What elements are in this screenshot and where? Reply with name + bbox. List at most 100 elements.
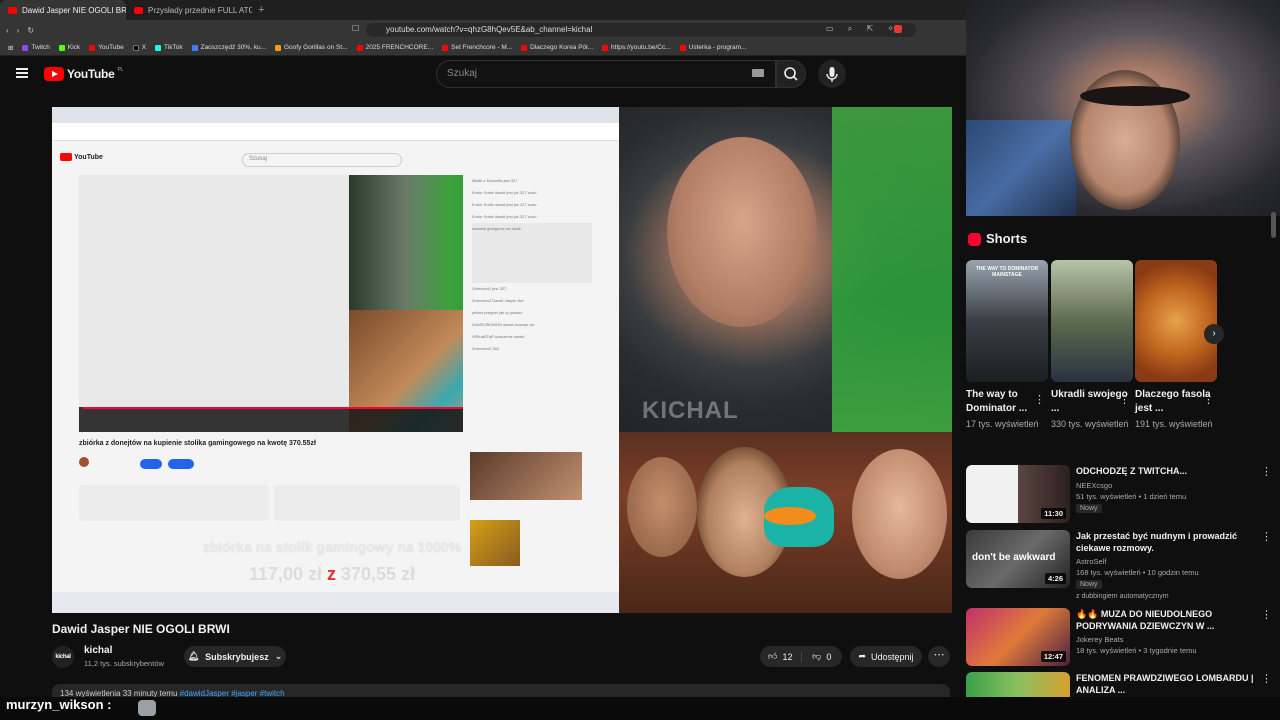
inner-player-controls <box>79 407 463 432</box>
video-thumbnail[interactable] <box>966 672 1070 697</box>
bookmark-youtube[interactable]: YouTube <box>89 44 124 51</box>
short-thumbnail[interactable] <box>1135 260 1217 382</box>
shorts-icon <box>968 233 981 246</box>
channel-watermark: KICHAL <box>642 397 739 424</box>
video-duration: 4:26 <box>1044 573 1066 584</box>
face-image <box>852 449 947 579</box>
browser-tab-active[interactable]: Dawid Jasper NIE OGOLI BRW ✕ <box>0 0 126 20</box>
more-options-icon[interactable]: ⋮ <box>1203 393 1214 406</box>
search-icon <box>784 67 798 81</box>
channel-name[interactable]: kichal <box>84 645 112 656</box>
extensions-icon[interactable]: ▭ ⌕ ⇱ ✧ <box>826 24 900 34</box>
more-options-icon[interactable]: ⋮ <box>1119 393 1130 406</box>
apps-grid-icon[interactable]: ⊞ <box>8 44 13 52</box>
more-options-icon[interactable]: ⋮ <box>1261 672 1272 685</box>
more-options-icon[interactable]: ⋮ <box>1261 530 1272 543</box>
more-actions-button[interactable]: ⋯ <box>928 646 950 667</box>
short-thumbnail[interactable] <box>1051 260 1133 382</box>
more-options-icon[interactable]: ⋮ <box>1261 465 1272 478</box>
inner-video-title: zbiórka z donejtów na kupienie stolika g… <box>79 440 316 447</box>
chevron-down-icon: ⌄ <box>274 651 283 661</box>
bookmark-icon <box>679 44 686 51</box>
face-image <box>667 137 817 327</box>
dislike-button[interactable]: 👎︎ 0 <box>802 651 843 662</box>
bookmark-item[interactable]: Zaoszczędź 30%, ku... <box>191 44 266 51</box>
more-options-icon[interactable]: ⋮ <box>1034 393 1045 406</box>
like-count: 12 <box>782 651 793 662</box>
browser-tab[interactable]: Przysłady przednie FULL ATG 12 x 10 ✕ <box>126 0 252 20</box>
recommended-video[interactable]: 12:47 🔥🔥 MUZA DO NIEUDOLNEGO PODRYWANIA … <box>966 608 1272 670</box>
video-title[interactable]: FENOMEN PRAWDZIWEGO LOMBARDU | ANALIZA .… <box>1076 672 1256 696</box>
extension-red-icon[interactable] <box>894 25 902 33</box>
back-icon[interactable]: ‹ <box>6 26 9 35</box>
bookmark-item[interactable]: https://youtu.be/Cc... <box>602 44 671 51</box>
channel-name[interactable]: Jokerey Beats <box>1076 634 1124 645</box>
forward-icon[interactable]: › <box>17 26 20 35</box>
video-thumbnail[interactable]: 11:30 <box>966 465 1070 523</box>
recommended-video[interactable]: FENOMEN PRAWDZIWEGO LOMBARDU | ANALIZA .… <box>966 672 1272 697</box>
video-duration: 11:30 <box>1041 508 1066 519</box>
more-options-icon[interactable]: ⋮ <box>1261 608 1272 621</box>
youtube-icon <box>89 44 96 51</box>
browser-tab-bar: Dawid Jasper NIE OGOLI BRW ✕ Przysłady p… <box>0 0 970 20</box>
video-title[interactable]: Jak przestać być nudnym i prowadzić ciek… <box>1076 530 1256 554</box>
bookmark-twitch[interactable]: Twitch <box>22 44 50 51</box>
subscriber-count: 11,2 tys. subskrybentów <box>84 659 164 668</box>
video-title[interactable]: ODCHODZĘ Z TWITCHA... <box>1076 465 1256 477</box>
dislike-count: 0 <box>826 651 832 662</box>
channel-avatar[interactable]: kichal <box>52 646 74 668</box>
microphone-icon <box>826 67 838 82</box>
tab-title: Przysłady przednie FULL ATG 12 x 10 <box>148 5 252 15</box>
headset-image <box>1080 86 1190 106</box>
search-input[interactable]: Szukaj <box>436 60 776 88</box>
youtube-logo[interactable]: YouTube PL <box>44 67 123 81</box>
new-tab-icon[interactable]: + <box>252 4 270 16</box>
bookmark-item[interactable]: 2025 FRENCHCORE... <box>356 44 433 51</box>
bookmark-icon <box>442 44 449 51</box>
bookmark-kick[interactable]: Kick <box>58 44 80 51</box>
bookmark-x[interactable]: X <box>132 44 146 51</box>
short-thumbnail[interactable]: THE WAY TO DOMINATOR MAINSTAGE <box>966 260 1048 382</box>
bookmark-item[interactable]: Dlaczego Korea Pół... <box>521 44 593 51</box>
bookmark-tiktok[interactable]: TikTok <box>155 44 183 51</box>
inner-address-bar <box>52 123 619 141</box>
country-code: PL <box>117 67 123 73</box>
inner-join-button <box>140 459 162 469</box>
reload-icon[interactable]: ↻ <box>27 26 34 35</box>
keyboard-icon[interactable] <box>752 69 764 77</box>
channel-name[interactable]: AstroSelf <box>1076 556 1106 567</box>
browser-toolbar: ‹ › ↻ ☐ youtube.com/watch?v=qhzG8hQev5E&… <box>0 20 970 40</box>
new-badge: Nowy <box>1076 504 1102 513</box>
video-title: Dawid Jasper NIE OGOLI BRWI <box>52 622 230 636</box>
recommended-video[interactable]: don't be awkward 4:26 Jak przestać być n… <box>966 530 1272 600</box>
share-button[interactable]: ➦ Udostępnij <box>850 646 922 667</box>
bookmark-icon <box>521 44 528 51</box>
menu-icon[interactable] <box>16 68 28 78</box>
face-image <box>627 457 697 557</box>
inner-taskbar <box>52 592 619 613</box>
bookmark-star-icon[interactable]: ☐ <box>352 24 359 33</box>
subscribe-button[interactable]: 🔔︎ Subskrybujesz ⌄ <box>184 646 286 667</box>
bookmark-item[interactable]: Usterka - program... <box>679 44 746 51</box>
bookmark-icon <box>274 44 281 51</box>
sidebar-scrollbar[interactable] <box>1271 212 1276 238</box>
bookmark-item[interactable]: Set Frenchcore - M... <box>442 44 512 51</box>
video-player[interactable]: YouTube Szukaj zbiórka z donejtów na kup… <box>52 107 952 613</box>
inner-channel-avatar <box>79 457 89 467</box>
video-thumbnail[interactable]: 12:47 <box>966 608 1070 666</box>
recommended-video[interactable]: 11:30 ODCHODZĘ Z TWITCHA... NEEXcsgo 51 … <box>966 465 1272 527</box>
search-button[interactable] <box>776 60 806 88</box>
voice-search-button[interactable] <box>818 60 846 88</box>
bookmark-item[interactable]: Goofy Gorillas on St... <box>274 44 348 51</box>
like-dislike-bar: 👍︎ 12 👎︎ 0 <box>760 646 842 667</box>
video-meta: 51 tys. wyświetleń • 1 dzień temu <box>1076 492 1187 501</box>
video-title[interactable]: 🔥🔥 MUZA DO NIEUDOLNEGO PODRYWANIA DZIEWC… <box>1076 608 1256 632</box>
video-thumbnail[interactable]: don't be awkward 4:26 <box>966 530 1070 588</box>
thumbs-down-icon: 👎︎ <box>812 651 822 661</box>
youtube-favicon-icon <box>134 6 143 14</box>
inner-video-player <box>79 175 463 432</box>
chevron-right-icon[interactable]: › <box>1204 324 1224 344</box>
twitch-icon <box>22 44 29 51</box>
like-button[interactable]: 👍︎ 12 <box>760 651 802 662</box>
channel-name[interactable]: NEEXcsgo <box>1076 480 1112 491</box>
